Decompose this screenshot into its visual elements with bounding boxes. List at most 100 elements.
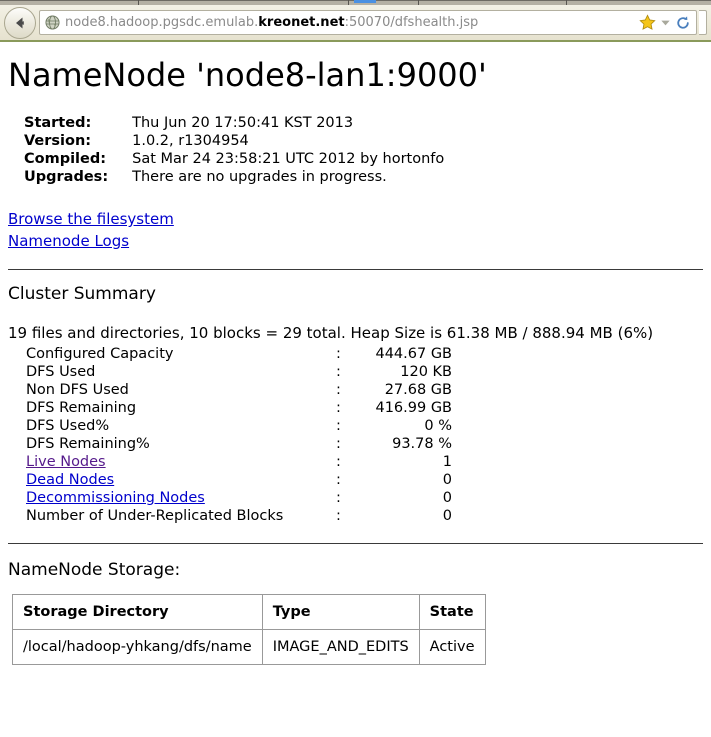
row-label-dead-nodes: Dead Nodes [26, 471, 336, 489]
storage-col-directory: Storage Directory [12, 594, 263, 631]
browser-toolbar: node8.hadoop.pgsdc.emulab.kreonet.net:50… [0, 5, 711, 42]
storage-col-state: State [418, 594, 486, 631]
cluster-capacity-body: Configured Capacity : 444.67 GB DFS Used… [26, 345, 452, 525]
address-bar-actions [633, 14, 693, 31]
table-row: DFS Remaining : 416.99 GB [26, 399, 452, 417]
row-colon: : [336, 508, 341, 525]
row-value-dfs-used: 120 KB [400, 364, 452, 381]
namenode-storage-table: Storage Directory Type State /local/hado… [12, 594, 486, 666]
page-content: NameNode 'node8-lan1:9000' Started: Thu … [0, 56, 711, 666]
cluster-summary-text: 19 files and directories, 10 blocks = 29… [8, 324, 654, 343]
info-value-compiled: Sat Mar 24 23:58:21 UTC 2012 by hortonfo [132, 151, 445, 167]
row-label-dfs-used-pct: DFS Used% [26, 418, 110, 435]
row-value-dfs-remaining: 416.99 GB [375, 400, 452, 417]
info-label-compiled: Compiled: [24, 151, 107, 167]
tab-separator [566, 0, 567, 5]
namenode-info-body: Started: Thu Jun 20 17:50:41 KST 2013 Ve… [24, 114, 444, 186]
chevron-down-icon[interactable] [660, 17, 671, 28]
table-row: /local/hadoop-yhkang/dfs/name IMAGE_AND_… [12, 629, 486, 666]
row-colon: : [336, 436, 341, 453]
url-host: kreonet.net [258, 16, 345, 29]
row-value-non-dfs-used: 27.68 GB [384, 382, 452, 399]
back-arrow-icon [11, 14, 29, 32]
info-label-started: Started: [24, 115, 92, 131]
storage-cell-directory: /local/hadoop-yhkang/dfs/name [12, 629, 263, 666]
row-colon: : [336, 364, 341, 381]
row-label-under-replicated-blocks: Number of Under-Replicated Blocks [26, 508, 284, 525]
row-value-dfs-used-pct: 0 % [424, 418, 452, 435]
star-icon[interactable] [639, 14, 656, 31]
page-title: NameNode 'node8-lan1:9000' [8, 56, 487, 94]
cluster-summary-heading: Cluster Summary [8, 284, 156, 305]
row-colon: : [336, 382, 341, 399]
row-colon: : [336, 472, 341, 489]
dead-nodes-link[interactable]: Dead Nodes [26, 472, 114, 488]
info-row-started: Started: Thu Jun 20 17:50:41 KST 2013 [24, 114, 444, 132]
row-colon: : [336, 490, 341, 507]
tab-separator [138, 0, 139, 5]
storage-col-type: Type [261, 594, 420, 631]
row-label-live-nodes: Live Nodes [26, 453, 336, 471]
namenode-storage-heading: NameNode Storage: [8, 560, 181, 581]
row-value-under-replicated-blocks: 0 [442, 508, 452, 525]
table-row: DFS Used : 120 KB [26, 363, 452, 381]
row-label-dfs-used: DFS Used [26, 364, 96, 381]
decommissioning-nodes-link[interactable]: Decommissioning Nodes [26, 490, 205, 506]
table-row: Decommissioning Nodes : 0 [26, 489, 452, 507]
back-button[interactable] [4, 6, 36, 39]
cluster-capacity-table: Configured Capacity : 444.67 GB DFS Used… [26, 345, 452, 525]
table-row: DFS Remaining% : 93.78 % [26, 435, 452, 453]
globe-icon [43, 14, 61, 32]
info-label-upgrades: Upgrades: [24, 169, 109, 185]
table-row: Configured Capacity : 444.67 GB [26, 345, 452, 363]
toolbar-right-edge [699, 10, 707, 35]
divider-top [8, 269, 703, 271]
row-colon: : [336, 400, 341, 417]
tab-separator [348, 0, 349, 5]
storage-cell-state: Active [418, 629, 486, 666]
storage-header-row: Storage Directory Type State [12, 594, 486, 631]
url-prefix: node8.hadoop.pgsdc.emulab. [65, 16, 259, 29]
namenode-info-table: Started: Thu Jun 20 17:50:41 KST 2013 Ve… [24, 114, 444, 186]
info-label-version: Version: [24, 133, 92, 149]
url-suffix: :50070/dfshealth.jsp [344, 16, 479, 29]
info-row-upgrades: Upgrades: There are no upgrades in progr… [24, 168, 444, 186]
info-row-version: Version: 1.0.2, r1304954 [24, 132, 444, 150]
browse-filesystem-link[interactable]: Browse the filesystem [8, 209, 174, 229]
storage-table-body: /local/hadoop-yhkang/dfs/name IMAGE_AND_… [12, 629, 486, 666]
table-row: DFS Used% : 0 % [26, 417, 452, 435]
row-value-configured-capacity: 444.67 GB [375, 346, 452, 363]
row-value-decommissioning-nodes: 0 [442, 490, 452, 507]
address-bar-text[interactable]: node8.hadoop.pgsdc.emulab.kreonet.net:50… [65, 16, 633, 29]
tab-strip[interactable] [0, 0, 711, 5]
row-label-decommissioning-nodes: Decommissioning Nodes [26, 489, 336, 507]
table-row: Live Nodes : 1 [26, 453, 452, 471]
storage-cell-type: IMAGE_AND_EDITS [261, 629, 420, 666]
divider-bottom [8, 543, 703, 545]
row-label-configured-capacity: Configured Capacity [26, 346, 174, 363]
live-nodes-link[interactable]: Live Nodes [26, 454, 106, 470]
storage-table-head: Storage Directory Type State [12, 594, 486, 631]
info-value-started: Thu Jun 20 17:50:41 KST 2013 [132, 115, 354, 131]
info-value-upgrades: There are no upgrades in progress. [132, 169, 387, 185]
row-value-live-nodes: 1 [442, 454, 452, 471]
row-value-dead-nodes: 0 [442, 472, 452, 489]
active-tab-indicator[interactable] [354, 0, 376, 3]
row-colon: : [336, 418, 341, 435]
info-value-version: 1.0.2, r1304954 [132, 133, 249, 149]
address-bar[interactable]: node8.hadoop.pgsdc.emulab.kreonet.net:50… [39, 10, 697, 35]
row-colon: : [336, 346, 341, 363]
info-row-compiled: Compiled: Sat Mar 24 23:58:21 UTC 2012 b… [24, 150, 444, 168]
row-label-dfs-remaining-pct: DFS Remaining% [26, 436, 150, 453]
table-row: Number of Under-Replicated Blocks : 0 [26, 507, 452, 525]
reload-icon[interactable] [675, 15, 691, 31]
navigation-links: Browse the filesystem Namenode Logs [8, 208, 703, 251]
row-value-dfs-remaining-pct: 93.78 % [392, 436, 452, 453]
table-row: Dead Nodes : 0 [26, 471, 452, 489]
tab-separator [418, 0, 419, 5]
browser-chrome: node8.hadoop.pgsdc.emulab.kreonet.net:50… [0, 0, 711, 42]
row-colon: : [336, 454, 341, 471]
table-row: Non DFS Used : 27.68 GB [26, 381, 452, 399]
row-label-dfs-remaining: DFS Remaining [26, 400, 137, 417]
namenode-logs-link[interactable]: Namenode Logs [8, 231, 129, 251]
